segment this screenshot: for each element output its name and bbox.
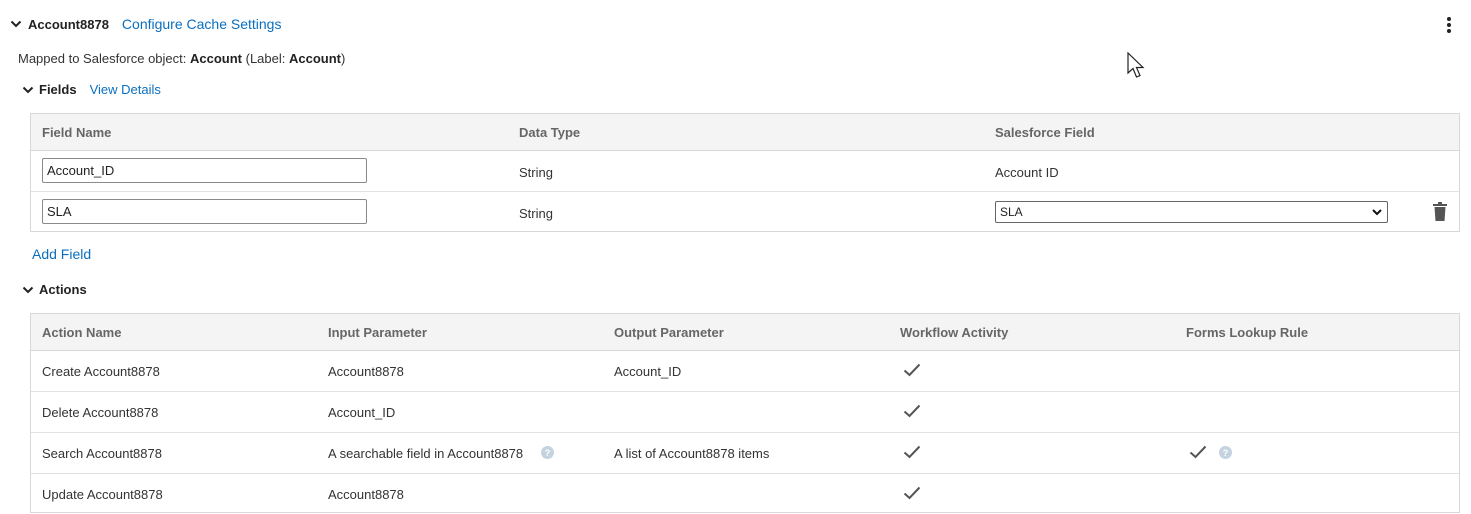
object-header: Account8878 Configure Cache Settings xyxy=(10,16,281,32)
field-name-input[interactable]: SLA xyxy=(42,199,367,224)
check-icon xyxy=(903,363,921,377)
table-header: Action Name Input Parameter Output Param… xyxy=(31,314,1459,351)
column-header-action-name: Action Name xyxy=(42,325,122,340)
actions-section-header: Actions xyxy=(22,282,87,297)
fields-section-header: Fields View Details xyxy=(22,82,161,97)
table-header: Field Name Data Type Salesforce Field xyxy=(31,114,1459,151)
select-value: SLA xyxy=(1000,205,1023,219)
help-icon[interactable]: ? xyxy=(1219,446,1232,459)
input-parameter-cell: A searchable field in Account8878 xyxy=(328,446,524,461)
table-row: Search Account8878 A searchable field in… xyxy=(31,433,1459,474)
trash-icon[interactable] xyxy=(1432,202,1448,221)
actions-title: Actions xyxy=(39,282,87,297)
check-icon xyxy=(903,445,921,459)
mapped-prefix: Mapped to Salesforce object: xyxy=(18,51,190,66)
help-icon[interactable]: ? xyxy=(541,446,554,459)
input-parameter-cell: Account8878 xyxy=(328,487,404,502)
fields-table: Field Name Data Type Salesforce Field Ac… xyxy=(30,113,1460,232)
column-header-workflow-activity: Workflow Activity xyxy=(900,325,1009,340)
data-type-cell: String xyxy=(519,206,553,221)
output-parameter-cell: A list of Account8878 items xyxy=(614,446,770,461)
salesforce-field-cell: Account ID xyxy=(995,165,1059,180)
column-header-input-parameter: Input Parameter xyxy=(328,325,427,340)
check-icon xyxy=(903,404,921,418)
fields-title: Fields xyxy=(39,82,77,97)
input-parameter-cell: Account_ID xyxy=(328,405,396,420)
salesforce-field-select[interactable]: SLA xyxy=(995,201,1388,223)
kebab-menu-icon[interactable] xyxy=(1441,16,1457,34)
action-name-cell: Create Account8878 xyxy=(42,364,160,379)
field-name-input[interactable]: Account_ID xyxy=(42,158,367,183)
column-header-salesforce-field: Salesforce Field xyxy=(995,125,1095,140)
check-icon xyxy=(1189,445,1207,459)
data-type-cell: String xyxy=(519,165,553,180)
mapped-object: Account xyxy=(190,51,242,66)
table-row: Create Account8878 Account8878 Account_I… xyxy=(31,351,1459,392)
label-suffix: ) xyxy=(340,51,346,66)
output-parameter-cell: Account_ID xyxy=(614,364,682,379)
configure-cache-settings-link[interactable]: Configure Cache Settings xyxy=(122,16,282,32)
svg-text:?: ? xyxy=(1223,448,1229,458)
dropdown-arrow-icon xyxy=(1372,209,1382,216)
view-details-link[interactable]: View Details xyxy=(90,82,161,97)
mapped-object-text: Mapped to Salesforce object: Account (La… xyxy=(18,51,345,66)
label-value: Account xyxy=(288,51,341,66)
column-header-data-type: Data Type xyxy=(519,125,581,140)
svg-text:?: ? xyxy=(545,448,551,458)
table-row: Update Account8878 Account8878 xyxy=(31,474,1459,514)
mouse-cursor-icon xyxy=(1127,52,1145,78)
chevron-down-icon[interactable] xyxy=(10,18,22,30)
table-row: Account_ID String Account ID xyxy=(31,151,1459,192)
object-name: Account8878 xyxy=(28,16,109,32)
actions-table: Action Name Input Parameter Output Param… xyxy=(30,313,1460,513)
table-row: Delete Account8878 Account_ID xyxy=(31,392,1459,433)
action-name-cell: Search Account8878 xyxy=(42,446,162,461)
column-header-output-parameter: Output Parameter xyxy=(614,325,724,340)
action-name-cell: Delete Account8878 xyxy=(42,405,159,420)
chevron-down-icon[interactable] xyxy=(22,84,34,96)
add-field-link[interactable]: Add Field xyxy=(32,246,91,262)
action-name-cell: Update Account8878 xyxy=(42,487,163,502)
column-header-field-name: Field Name xyxy=(42,125,112,140)
label-prefix: (Label: xyxy=(242,51,289,66)
column-header-forms-lookup-rule: Forms Lookup Rule xyxy=(1186,325,1309,340)
check-icon xyxy=(903,486,921,500)
table-row: SLA String SLA xyxy=(31,192,1459,232)
chevron-down-icon[interactable] xyxy=(22,284,34,296)
input-parameter-cell: Account8878 xyxy=(328,364,404,379)
